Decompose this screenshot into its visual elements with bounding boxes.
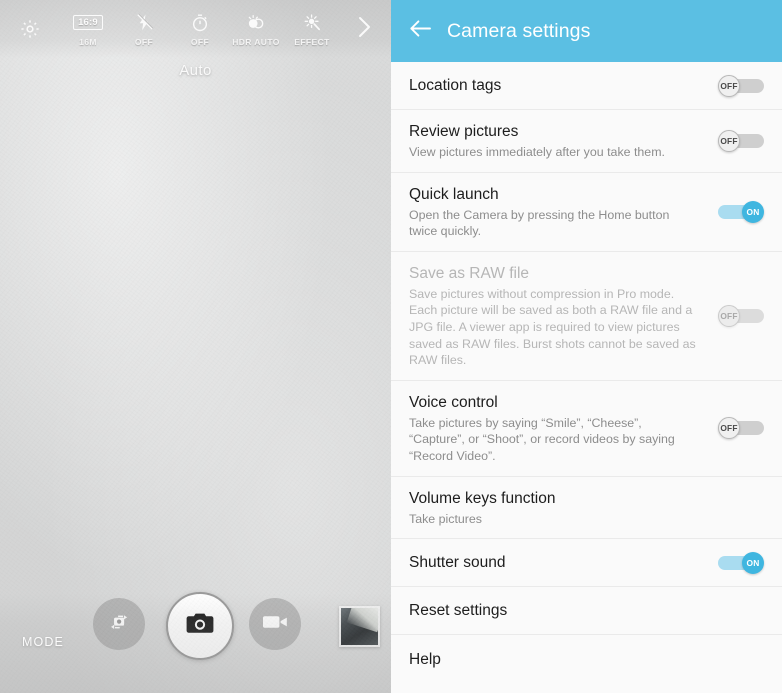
toggle-review-pictures[interactable]: OFF bbox=[718, 129, 764, 152]
timer-icon bbox=[190, 12, 210, 34]
back-button[interactable] bbox=[407, 18, 433, 44]
aspect-ratio-icon: 16:9 bbox=[73, 12, 103, 34]
toggle-knob: OFF bbox=[718, 417, 740, 440]
camera-mode-label: Auto bbox=[179, 62, 212, 79]
setting-row-volume-keys-function[interactable]: Volume keys function Take pictures bbox=[391, 477, 782, 540]
toggle-knob: OFF bbox=[718, 74, 740, 97]
setting-text: Voice control Take pictures by saying “S… bbox=[409, 381, 700, 476]
camera-settings-gear[interactable] bbox=[0, 14, 60, 44]
toggle-knob: OFF bbox=[718, 129, 740, 152]
setting-text: Help bbox=[409, 638, 700, 681]
effect-label: EFFECT bbox=[294, 36, 330, 47]
setting-row-review-pictures[interactable]: Review pictures View pictures immediatel… bbox=[391, 110, 782, 173]
camera-bottom-bar: MODE bbox=[0, 593, 391, 693]
mode-button[interactable]: MODE bbox=[22, 635, 64, 649]
app-screen: 16:9 16M OFF OFF HDR AUTO EFFECT Auto MO… bbox=[0, 0, 782, 693]
camera-effect[interactable]: EFFECT bbox=[284, 12, 340, 47]
setting-title: Location tags bbox=[409, 77, 502, 94]
camera-more[interactable] bbox=[349, 14, 379, 45]
effect-icon bbox=[302, 12, 322, 34]
setting-text: Quick launch Open the Camera by pressing… bbox=[409, 173, 700, 251]
setting-control: ON bbox=[710, 200, 764, 223]
camera-hdr[interactable]: HDR AUTO bbox=[228, 12, 284, 47]
setting-row-location-tags[interactable]: Location tags OFF bbox=[391, 62, 782, 110]
setting-control: OFF bbox=[710, 74, 764, 97]
flash-off-icon bbox=[135, 12, 154, 34]
setting-row-save-as-raw-file: Save as RAW file Save pictures without c… bbox=[391, 252, 782, 381]
setting-text: Shutter sound bbox=[409, 541, 700, 584]
toggle-knob: OFF bbox=[718, 304, 740, 327]
camera-toolbar: 16:9 16M OFF OFF HDR AUTO EFFECT bbox=[0, 0, 391, 58]
setting-control: ON bbox=[710, 551, 764, 574]
setting-row-quick-launch[interactable]: Quick launch Open the Camera by pressing… bbox=[391, 173, 782, 252]
setting-title: Help bbox=[409, 650, 441, 668]
camera-timer[interactable]: OFF bbox=[172, 12, 228, 47]
setting-subtitle: Save pictures without compression in Pro… bbox=[409, 286, 696, 368]
setting-subtitle: Take pictures by saying “Smile”, “Cheese… bbox=[409, 415, 675, 463]
setting-title: Shutter sound bbox=[409, 554, 506, 572]
setting-row-reset-settings[interactable]: Reset settings bbox=[391, 587, 782, 636]
hdr-icon bbox=[245, 12, 267, 34]
back-arrow-icon bbox=[409, 19, 432, 43]
setting-row-voice-control[interactable]: Voice control Take pictures by saying “S… bbox=[391, 381, 782, 477]
camera-flash[interactable]: OFF bbox=[116, 12, 172, 47]
setting-text: Reset settings bbox=[409, 589, 700, 632]
setting-title: Voice control bbox=[409, 393, 498, 411]
toggle-location-tags[interactable]: OFF bbox=[718, 74, 764, 97]
setting-title: Quick launch bbox=[409, 185, 499, 203]
toggle-save-as-raw-file: OFF bbox=[718, 304, 764, 327]
setting-title: Reset settings bbox=[409, 602, 508, 620]
setting-subtitle: Open the Camera by pressing the Home but… bbox=[409, 207, 670, 239]
setting-text: Save as RAW file Save pictures without c… bbox=[409, 252, 700, 380]
toggle-voice-control[interactable]: OFF bbox=[718, 417, 764, 440]
setting-control: OFF bbox=[710, 129, 764, 152]
flash-label: OFF bbox=[134, 36, 154, 47]
aspect-ratio-label: 16M bbox=[79, 36, 97, 47]
setting-control: OFF bbox=[710, 417, 764, 440]
setting-text: Volume keys function Take pictures bbox=[409, 477, 700, 539]
setting-title: Save as RAW file bbox=[409, 264, 530, 282]
toggle-quick-launch[interactable]: ON bbox=[718, 200, 764, 223]
setting-text: Location tags bbox=[409, 64, 700, 107]
setting-text: Review pictures View pictures immediatel… bbox=[409, 110, 700, 172]
settings-header: Camera settings bbox=[391, 0, 782, 62]
setting-row-help[interactable]: Help bbox=[391, 635, 782, 683]
toggle-knob: ON bbox=[742, 200, 764, 223]
setting-control: OFF bbox=[710, 304, 764, 327]
page-title: Camera settings bbox=[447, 19, 591, 42]
aspect-ratio-value: 16:9 bbox=[73, 15, 103, 30]
setting-row-shutter-sound[interactable]: Shutter sound ON bbox=[391, 539, 782, 588]
camera-aspect-ratio[interactable]: 16:9 16M bbox=[60, 12, 116, 47]
camera-settings-pane: Camera settings Location tags OFF Review bbox=[391, 0, 782, 693]
settings-list: Location tags OFF Review pictures View p… bbox=[391, 62, 782, 684]
hdr-label: HDR AUTO bbox=[232, 36, 280, 47]
setting-title: Review pictures bbox=[409, 123, 519, 140]
settings-gear-icon bbox=[19, 14, 41, 44]
camera-viewfinder[interactable]: 16:9 16M OFF OFF HDR AUTO EFFECT Auto MO… bbox=[0, 0, 391, 693]
timer-label: OFF bbox=[190, 36, 210, 47]
chevron-right-icon bbox=[355, 14, 373, 45]
setting-subtitle: Take pictures bbox=[409, 511, 482, 526]
setting-subtitle: View pictures immediately after you take… bbox=[409, 145, 665, 159]
toggle-knob: ON bbox=[742, 551, 764, 574]
setting-title: Volume keys function bbox=[409, 489, 556, 507]
toggle-shutter-sound[interactable]: ON bbox=[718, 551, 764, 574]
